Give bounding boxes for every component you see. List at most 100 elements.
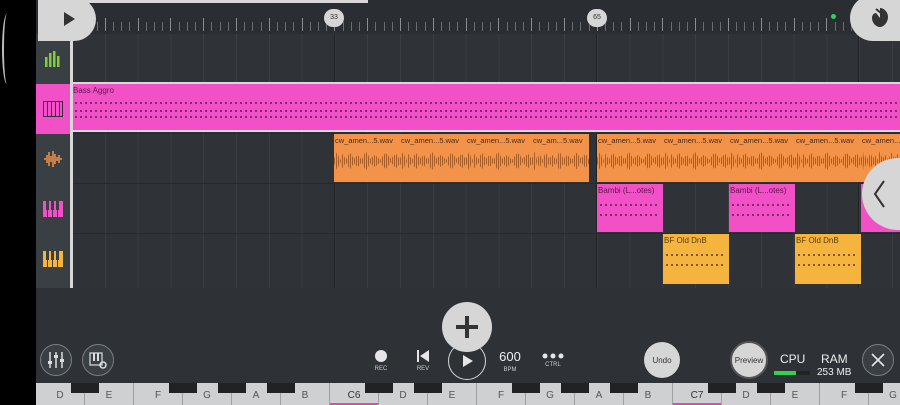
bar-marker-65[interactable]: 65: [587, 9, 607, 27]
clip-audio[interactable]: cw_amen...5.wav: [466, 134, 532, 182]
app-menu-button[interactable]: [850, 0, 900, 41]
playhead[interactable]: [70, 34, 73, 288]
clip-audio[interactable]: cw_am...5.wav: [532, 134, 589, 182]
mixer-bars-icon: [45, 51, 60, 67]
piano-black-key[interactable]: [365, 383, 393, 393]
ruler-tick: [104, 18, 106, 31]
ruler-tick: [268, 18, 270, 31]
ruler-tick: [309, 22, 311, 31]
track-header-column: [36, 34, 70, 288]
instruments-button[interactable]: [82, 344, 114, 376]
clip-label: cw_amen...5.wav: [730, 136, 788, 145]
clip-pattern-pink[interactable]: Bambi (L...otes): [597, 184, 663, 232]
ruler-tick: [170, 18, 172, 31]
mixer-button[interactable]: [40, 344, 72, 376]
playlist-arrangement[interactable]: Bass Aggro cw_amen...5.wav cw_amen...5.w…: [72, 34, 900, 288]
ctrl-button[interactable]: CTRL: [538, 338, 568, 383]
ruler-tick: [547, 22, 549, 31]
clip-label: Bass Aggro: [73, 86, 114, 95]
clip-pattern-yellow[interactable]: BF Old DnB: [795, 234, 861, 284]
clip-audio[interactable]: cw_amen...5.wav: [795, 134, 861, 182]
piano-black-key[interactable]: [561, 383, 589, 393]
ruler-tick: [531, 18, 533, 31]
rewind-button[interactable]: REV: [410, 338, 436, 383]
clip-audio[interactable]: cw_amen...5.wav: [663, 134, 729, 182]
track-header-bass[interactable]: [36, 84, 70, 134]
ruler-tick: [621, 22, 623, 31]
ruler-tick: [441, 22, 442, 31]
ruler-tick: [178, 22, 180, 31]
waveform: [597, 151, 663, 171]
ruler-tick: [719, 22, 721, 31]
ruler-tick: [506, 22, 508, 31]
clip-label: Bambi (L...otes): [598, 186, 655, 195]
clip-audio[interactable]: cw_amen...5.wav: [597, 134, 663, 182]
add-track-button[interactable]: [442, 302, 492, 352]
tempo-control[interactable]: 600 BPM: [494, 338, 526, 383]
track-header-yellow[interactable]: [36, 234, 70, 284]
ruler-tick: [424, 22, 426, 31]
more-dots-icon: [542, 353, 564, 359]
clip-audio[interactable]: cw_amen...5.wav: [400, 134, 466, 182]
cpu-meter: [774, 371, 810, 375]
ruler-tick: [728, 18, 729, 31]
ruler-tick: [769, 22, 770, 31]
clip-label: Bambi (L...otes): [730, 186, 787, 195]
ruler-tick: [391, 22, 393, 31]
piano-black-key[interactable]: [169, 383, 197, 393]
ruler-tick: [383, 22, 385, 31]
close-icon: [871, 353, 885, 367]
clip-label: cw_amen...5.wav: [401, 136, 459, 145]
track-header-audio[interactable]: [36, 134, 70, 184]
ruler-tick: [695, 18, 697, 31]
piano-black-key[interactable]: [757, 383, 785, 393]
piano-black-key[interactable]: [610, 383, 638, 393]
piano-black-key[interactable]: [71, 383, 99, 393]
ruler-tick: [350, 22, 352, 31]
clip-pattern-yellow[interactable]: BF Old DnB: [663, 234, 729, 284]
record-button[interactable]: REC: [368, 338, 394, 383]
piano-black-key[interactable]: [855, 383, 883, 393]
piano-keys-icon: [43, 251, 63, 267]
ruler-tick: [842, 22, 844, 31]
waveform: [663, 151, 729, 171]
ram-label: RAM: [821, 352, 848, 366]
piano-black-key[interactable]: [414, 383, 442, 393]
waveform: [400, 151, 466, 171]
edge-curve: [2, 14, 12, 84]
clip-label: cw_amen...5.wav: [862, 136, 900, 145]
piano-black-key[interactable]: [218, 383, 246, 393]
bar-marker-33[interactable]: 33: [324, 9, 344, 27]
piano-keyboard[interactable]: D E F G A B C6 D E F G A B C7 D E F G: [36, 383, 900, 405]
ruler-tick: [752, 22, 754, 31]
ruler-tick: [793, 18, 795, 31]
track-header-pink[interactable]: [36, 184, 70, 234]
ruler-tick: [137, 18, 139, 31]
track-header-mixer[interactable]: [36, 34, 70, 84]
clip-pattern-pink[interactable]: Bambi (L...otes): [729, 184, 795, 232]
ruler-tick: [293, 22, 295, 31]
ruler-tick: [186, 22, 188, 31]
ruler-tick: [145, 22, 147, 31]
undo-button[interactable]: Undo: [644, 342, 680, 378]
clip-bass-aggro[interactable]: Bass Aggro: [72, 82, 900, 132]
piano-black-key[interactable]: [708, 383, 736, 393]
ruler-tick: [375, 22, 377, 31]
ruler-tick: [432, 18, 434, 31]
preview-button[interactable]: Preview: [730, 341, 768, 379]
ruler-tick: [514, 22, 516, 31]
play-button[interactable]: [38, 0, 96, 41]
waveform: [729, 151, 795, 171]
piano-black-key[interactable]: [267, 383, 295, 393]
clip-audio[interactable]: cw_amen...5.wav: [729, 134, 795, 182]
clip-audio[interactable]: cw_amen...5.wav: [334, 134, 400, 182]
waveform: [532, 151, 589, 171]
song-position-bar: [72, 0, 368, 3]
ruler-tick: [260, 22, 262, 31]
ruler-tick: [523, 22, 524, 31]
timeline-ruler[interactable]: 33 65: [36, 0, 900, 34]
piano-black-key[interactable]: [512, 383, 540, 393]
ruler-tick: [318, 22, 319, 31]
ruler-tick: [818, 22, 820, 31]
close-button[interactable]: [862, 344, 894, 376]
